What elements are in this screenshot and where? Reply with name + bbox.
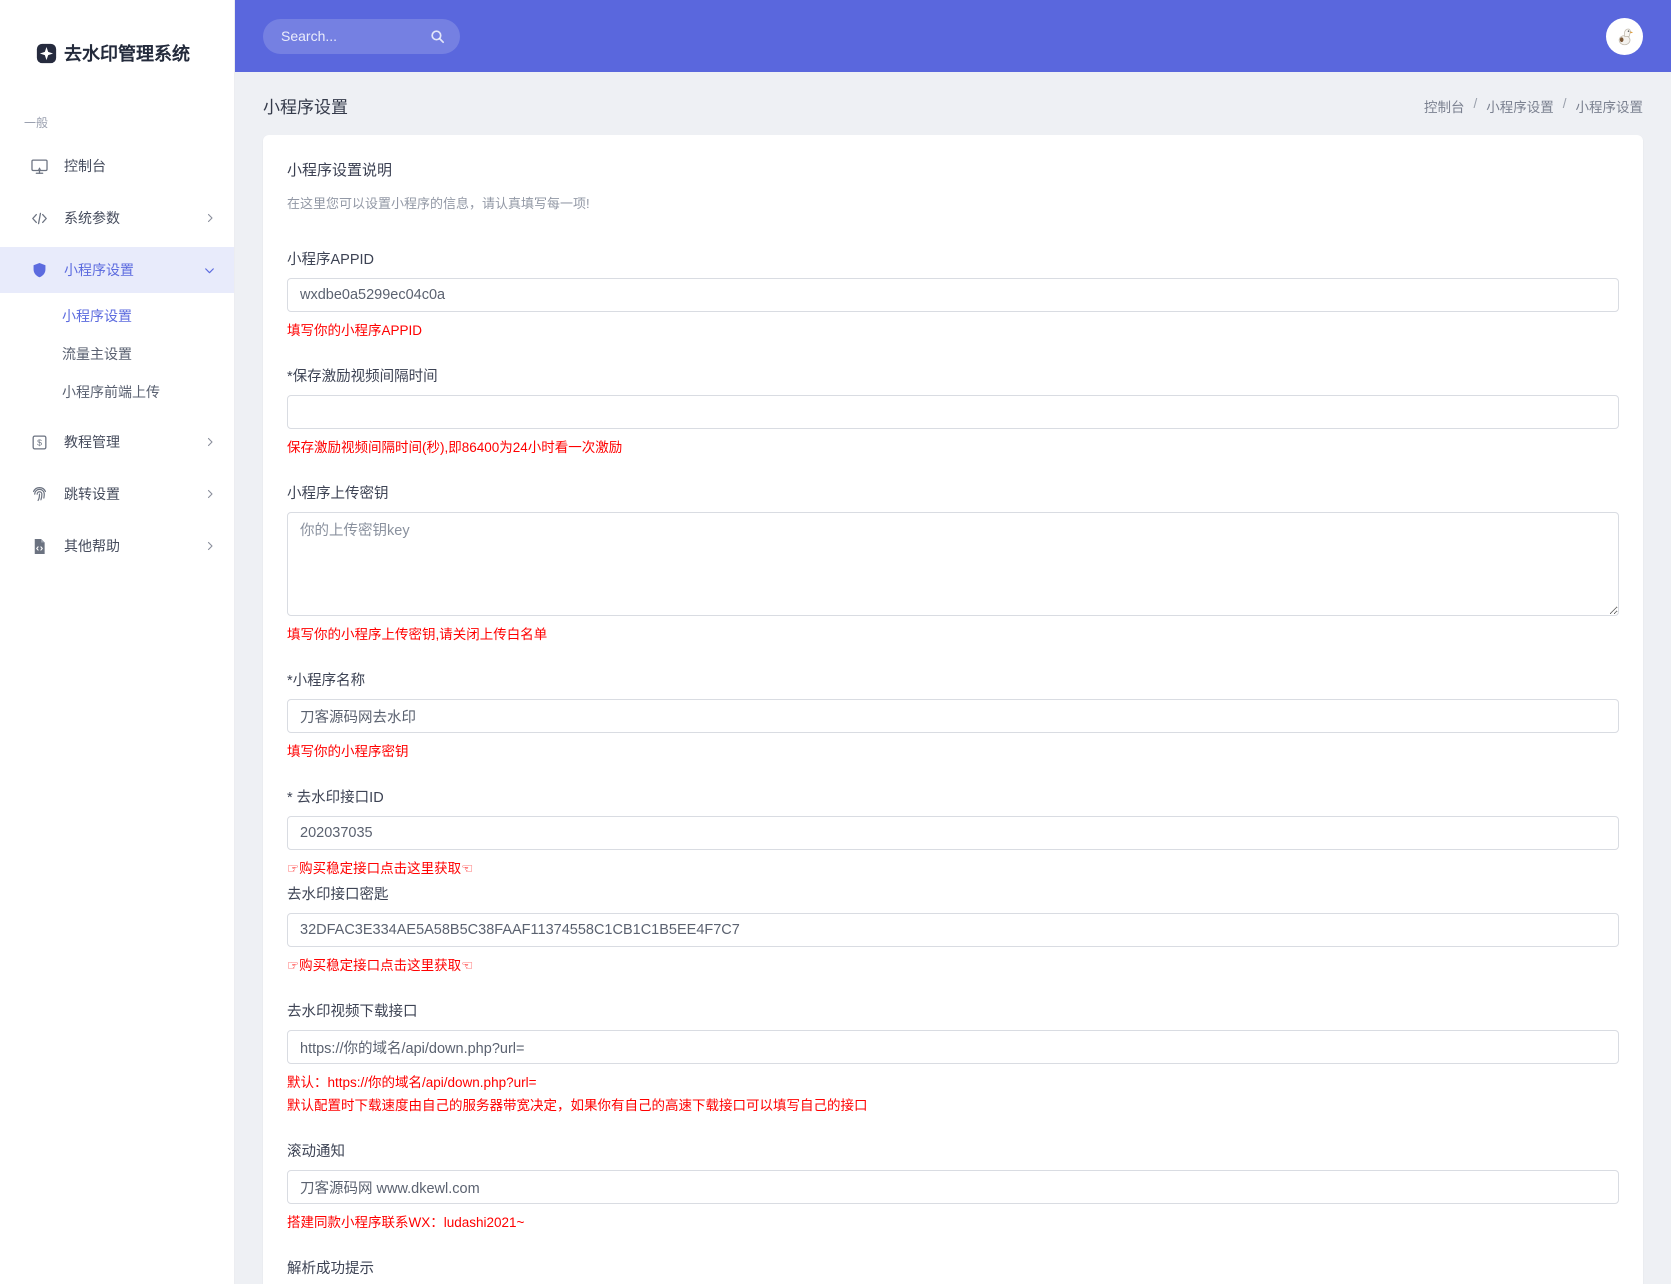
- reward-interval-help: 保存激励视频间隔时间(秒),即86400为24小时看一次激励: [287, 440, 623, 455]
- success-tip-label: 解析成功提示: [287, 1261, 374, 1277]
- app-title: 去水印管理系统: [64, 44, 190, 64]
- sidebar-submenu: 小程序设置 流量主设置 小程序前端上传: [0, 293, 234, 413]
- chevron-down-icon: [203, 264, 216, 277]
- app-name-help: 填写你的小程序密钥: [287, 744, 409, 759]
- app-logo: 去水印管理系统: [0, 0, 234, 66]
- download-api-label: 去水印视频下载接口: [287, 1004, 418, 1020]
- breadcrumb-separator: /: [1562, 95, 1567, 111]
- api-id-label: * 去水印接口ID: [287, 790, 384, 806]
- field-api-credentials: * 去水印接口ID ☞购买稳定接口点击这里获取☜ 去水印接口密匙 ☞购买稳定接口…: [287, 786, 1619, 974]
- chevron-right-icon: [204, 436, 216, 448]
- field-appid: 小程序APPID 填写你的小程序APPID: [287, 248, 1619, 339]
- search-input[interactable]: [281, 28, 429, 44]
- sidebar-nav: 控制台 系统参数 小程序设置 小程序设置 流量主设置 小程序前端上传 $ 教程管…: [0, 143, 234, 569]
- download-api-help-note: 默认配置时下载速度由自己的服务器带宽决定，如果你有自己的高速下载接口可以填写自己…: [287, 1098, 868, 1113]
- scroll-notice-help: 搭建同款小程序联系WX：ludashi2021~: [287, 1215, 525, 1230]
- sidebar-section-label: 一般: [24, 116, 49, 130]
- download-api-help-default: 默认：https://你的域名/api/down.php?url=: [287, 1075, 537, 1090]
- api-id-input[interactable]: [287, 816, 1619, 850]
- reward-interval-input[interactable]: [287, 395, 1619, 429]
- upload-key-label: 小程序上传密钥: [287, 486, 389, 502]
- submenu-item-frontend-upload[interactable]: 小程序前端上传: [0, 373, 234, 411]
- file-code-icon: [30, 537, 50, 556]
- page-title: 小程序设置: [263, 98, 348, 117]
- sidebar-item-other-help[interactable]: 其他帮助: [0, 523, 234, 569]
- app-name-label: *小程序名称: [287, 673, 366, 689]
- reward-interval-label: *保存激励视频间隔时间: [287, 369, 438, 385]
- dollar-doc-icon: $: [30, 433, 50, 452]
- breadcrumb-item-miniprogram[interactable]: 小程序设置: [1486, 96, 1554, 116]
- scroll-notice-input[interactable]: [287, 1170, 1619, 1204]
- appid-help: 填写你的小程序APPID: [287, 323, 423, 338]
- upload-key-help: 填写你的小程序上传密钥,请关闭上传白名单: [287, 627, 548, 642]
- fingerprint-icon: [30, 485, 50, 504]
- appid-input[interactable]: [287, 278, 1619, 312]
- api-secret-label: 去水印接口密匙: [287, 887, 389, 903]
- card-heading: 小程序设置说明: [287, 162, 393, 179]
- chevron-right-icon: [204, 488, 216, 500]
- field-upload-key: 小程序上传密钥 你的上传密钥key 填写你的小程序上传密钥,请关闭上传白名单: [287, 482, 1619, 643]
- sidebar-item-miniprogram-settings[interactable]: 小程序设置: [0, 247, 234, 293]
- search-box: [263, 18, 460, 54]
- card-description: 在这里您可以设置小程序的信息，请认真填写每一项!: [287, 196, 590, 211]
- desktop-icon: [30, 157, 50, 176]
- chevron-right-icon: [204, 212, 216, 224]
- field-app-name: *小程序名称 填写你的小程序密钥: [287, 669, 1619, 760]
- field-reward-interval: *保存激励视频间隔时间 保存激励视频间隔时间(秒),即86400为24小时看一次…: [287, 365, 1619, 456]
- chevron-right-icon: [204, 540, 216, 552]
- user-avatar[interactable]: [1606, 17, 1643, 55]
- api-secret-input[interactable]: [287, 913, 1619, 947]
- settings-card: 小程序设置说明 在这里您可以设置小程序的信息，请认真填写每一项! 小程序APPI…: [263, 135, 1643, 1284]
- breadcrumb-item-console[interactable]: 控制台: [1424, 96, 1465, 116]
- page-head: 小程序设置 控制台 / 小程序设置 / 小程序设置: [235, 72, 1671, 135]
- submenu-item-miniprogram-settings[interactable]: 小程序设置: [0, 297, 234, 335]
- goose-cartoon-icon: [1609, 21, 1640, 51]
- download-api-input[interactable]: [287, 1030, 1619, 1064]
- sidebar-item-label: 跳转设置: [64, 486, 120, 502]
- field-success-tip: 解析成功提示: [287, 1257, 1619, 1284]
- main-content: 小程序设置 控制台 / 小程序设置 / 小程序设置 小程序设置说明 在这里您可以…: [235, 72, 1671, 1284]
- breadcrumb-item-current: 小程序设置: [1575, 99, 1644, 115]
- sidebar-item-tutorial-management[interactable]: $ 教程管理: [0, 419, 234, 465]
- shield-icon: [30, 261, 50, 280]
- appid-label: 小程序APPID: [287, 252, 375, 268]
- breadcrumb-separator: /: [1473, 95, 1478, 111]
- sidebar-item-system-params[interactable]: 系统参数: [0, 195, 234, 241]
- sidebar-item-label: 系统参数: [64, 210, 120, 226]
- sidebar-item-label: 控制台: [64, 158, 106, 174]
- topbar: [235, 0, 1671, 72]
- sidebar-item-label: 教程管理: [64, 434, 120, 450]
- sidebar-item-redirect-settings[interactable]: 跳转设置: [0, 471, 234, 517]
- field-download-api: 去水印视频下载接口 默认：https://你的域名/api/down.php?u…: [287, 1000, 1619, 1114]
- scroll-notice-label: 滚动通知: [287, 1144, 345, 1160]
- sidebar-item-label: 其他帮助: [64, 538, 120, 554]
- svg-text:$: $: [37, 437, 42, 447]
- sidebar-item-label: 小程序设置: [64, 262, 134, 278]
- sparkle-badge-icon: [36, 43, 57, 64]
- sidebar: 去水印管理系统 一般 控制台 系统参数 小程序设置 小程序设置 流量主设置 小程…: [0, 0, 235, 1284]
- search-icon[interactable]: [429, 28, 446, 45]
- sidebar-item-console[interactable]: 控制台: [0, 143, 234, 189]
- breadcrumb: 控制台 / 小程序设置 / 小程序设置: [1424, 96, 1643, 116]
- code-icon: [30, 209, 50, 228]
- app-name-input[interactable]: [287, 699, 1619, 733]
- upload-key-textarea[interactable]: 你的上传密钥key: [287, 512, 1619, 616]
- field-scroll-notice: 滚动通知 搭建同款小程序联系WX：ludashi2021~: [287, 1140, 1619, 1231]
- buy-api-link[interactable]: ☞购买稳定接口点击这里获取☜: [287, 857, 1619, 877]
- submenu-item-traffic-settings[interactable]: 流量主设置: [0, 335, 234, 373]
- buy-api-link[interactable]: ☞购买稳定接口点击这里获取☜: [287, 954, 1619, 974]
